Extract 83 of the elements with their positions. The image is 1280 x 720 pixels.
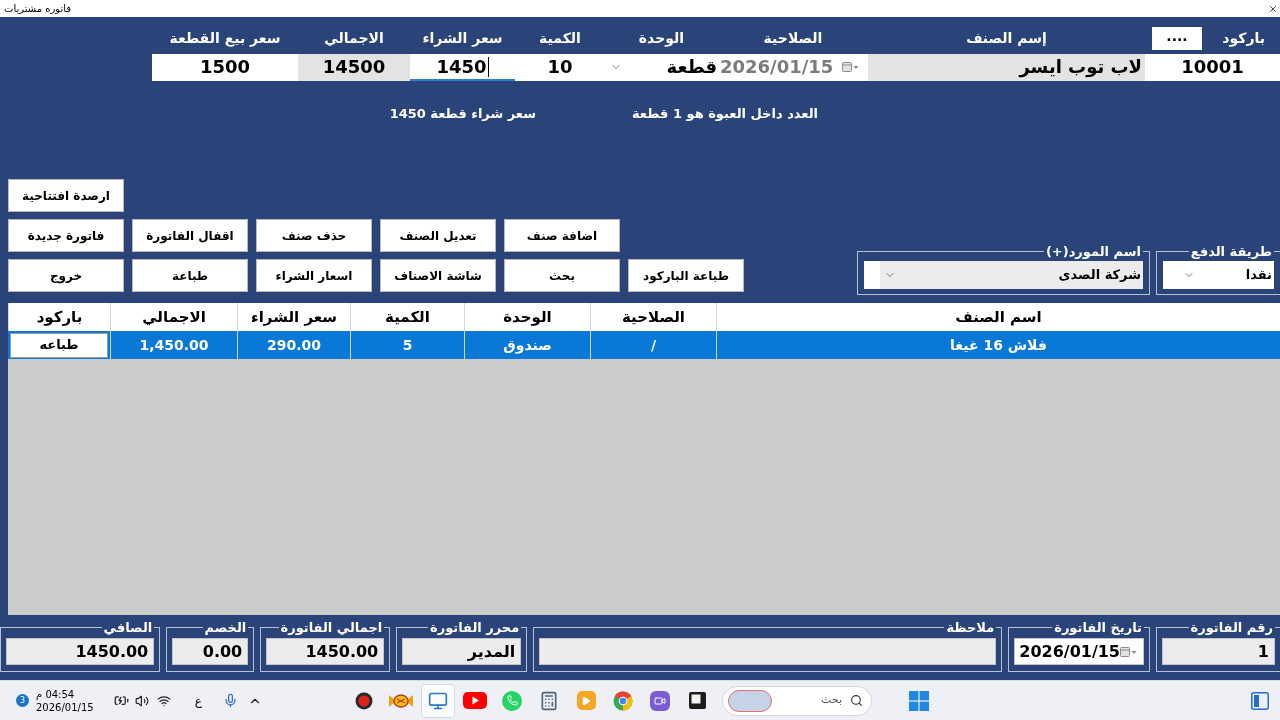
- number-field[interactable]: 14500: [298, 54, 410, 81]
- toolbar-button[interactable]: تعديل الصنف: [380, 219, 496, 252]
- group-label: اسم المورد(+): [1044, 245, 1142, 258]
- number-field[interactable]: 1450: [410, 54, 515, 81]
- video-play-icon: [463, 692, 487, 709]
- monitor-icon: [428, 690, 448, 711]
- clock-date[interactable]: 2026/01/15: [36, 700, 94, 714]
- group-label: ملاحظة: [945, 621, 996, 634]
- toolbar-button[interactable]: بحث: [504, 259, 620, 292]
- table-cell: /: [590, 331, 716, 359]
- field-label: باركود: [1222, 28, 1265, 49]
- dropdown-field[interactable]: قطعة: [605, 54, 718, 81]
- toolbar-button[interactable]: حذف صنف: [256, 219, 372, 252]
- microphone-icon[interactable]: [222, 693, 238, 708]
- group-label: الصافي: [102, 621, 154, 634]
- group-label: رقم الفاتورة: [1189, 621, 1274, 634]
- language-indicator[interactable]: ع: [194, 691, 202, 710]
- toolbar-button[interactable]: اضافة صنف: [504, 219, 620, 252]
- candy-icon: [389, 692, 413, 709]
- table-cell: فلاش 16 غيغا: [716, 331, 1280, 359]
- text-field[interactable]: 0.00: [172, 638, 249, 665]
- notification-badge[interactable]: 3: [16, 694, 29, 707]
- toolbar-button[interactable]: خروج: [8, 259, 124, 292]
- dropdown-field[interactable]: نقدا: [1163, 261, 1274, 289]
- field-label: الصلاحية: [763, 28, 823, 48]
- group-label: اجمالي الفاتورة: [279, 621, 384, 634]
- number-field[interactable]: 1500: [152, 54, 298, 81]
- info-text: سعر شراء قطعة 1450: [389, 105, 536, 124]
- search-icon: [850, 694, 863, 707]
- window-title: فاتوره مشتريات: [4, 2, 72, 15]
- media-player-icon: [576, 691, 596, 710]
- text-field[interactable]: 1450.00: [266, 638, 385, 665]
- table-cell: 1,450.00: [110, 331, 237, 359]
- calculator-icon: [539, 690, 559, 711]
- browse-button[interactable]: ....: [1152, 26, 1202, 50]
- close-icon[interactable]: [1268, 3, 1278, 14]
- group-label: الخصم: [203, 621, 248, 634]
- group-label: طريقة الدفع: [1189, 245, 1273, 258]
- toolbar-button[interactable]: طباعة: [132, 259, 248, 292]
- toolbar-button[interactable]: ارصدة افتتاحية: [8, 179, 124, 212]
- text-field[interactable]: 1450.00: [6, 638, 155, 665]
- text-field[interactable]: لاب توب ايسر: [868, 54, 1145, 81]
- field-label: سعر بيع القطعة: [169, 28, 281, 49]
- record-icon: [355, 691, 373, 710]
- text-cursor-icon: [487, 56, 489, 77]
- toolbar-button[interactable]: فاتورة جديدة: [8, 219, 124, 252]
- field-label: سعر الشراء: [422, 28, 503, 49]
- search-field[interactable]: بحث: [722, 685, 872, 716]
- chat-phone-icon: [502, 690, 522, 711]
- toolbar-button[interactable]: طباعة الباركود: [628, 259, 744, 292]
- calendar-icon: [1120, 646, 1137, 657]
- info-text: العدد داخل العبوة هو 1 قطعة: [632, 105, 818, 124]
- text-field[interactable]: المدير: [402, 638, 522, 665]
- table-cell: 5: [350, 331, 464, 359]
- calendar-icon: [842, 61, 859, 72]
- panel-icon[interactable]: [1251, 691, 1269, 710]
- print-button[interactable]: طباعه: [10, 332, 108, 358]
- search-highlight-image: [728, 689, 772, 712]
- clock-time[interactable]: 04:54 م: [36, 687, 75, 701]
- browser-icon: [613, 690, 633, 711]
- speaker-icon[interactable]: [134, 693, 149, 708]
- start-icon: [909, 690, 929, 711]
- toolbar-button[interactable]: شاشة الاصناف: [380, 259, 496, 292]
- table-cell: صندوق: [464, 331, 590, 359]
- table-cell: 290.00: [237, 331, 350, 359]
- number-field[interactable]: 10: [515, 54, 605, 81]
- field-label: الاجمالي: [324, 28, 384, 48]
- group-label: تاريخ الفاتورة: [1053, 621, 1143, 634]
- date-field[interactable]: 2026/01/15: [1014, 638, 1144, 665]
- window-square-icon: [688, 692, 706, 709]
- text-field[interactable]: 1: [1162, 638, 1275, 665]
- field-label: الوحدة: [638, 28, 685, 49]
- wifi-icon[interactable]: [156, 693, 171, 708]
- group-label: محرر الفاتورة: [428, 621, 521, 634]
- dropdown-field[interactable]: شركة الصدى: [864, 261, 1143, 289]
- toolbar-button[interactable]: اقفال الفاتورة: [132, 219, 248, 252]
- field-label: الكمية: [539, 28, 581, 48]
- video-chat-icon: [650, 690, 670, 711]
- field-label: إسم الصنف: [966, 28, 1047, 48]
- battery-icon[interactable]: [113, 693, 129, 708]
- text-field[interactable]: [539, 638, 997, 665]
- toolbar-button[interactable]: اسعار الشراء: [256, 259, 372, 292]
- number-field[interactable]: 10001: [1145, 54, 1280, 81]
